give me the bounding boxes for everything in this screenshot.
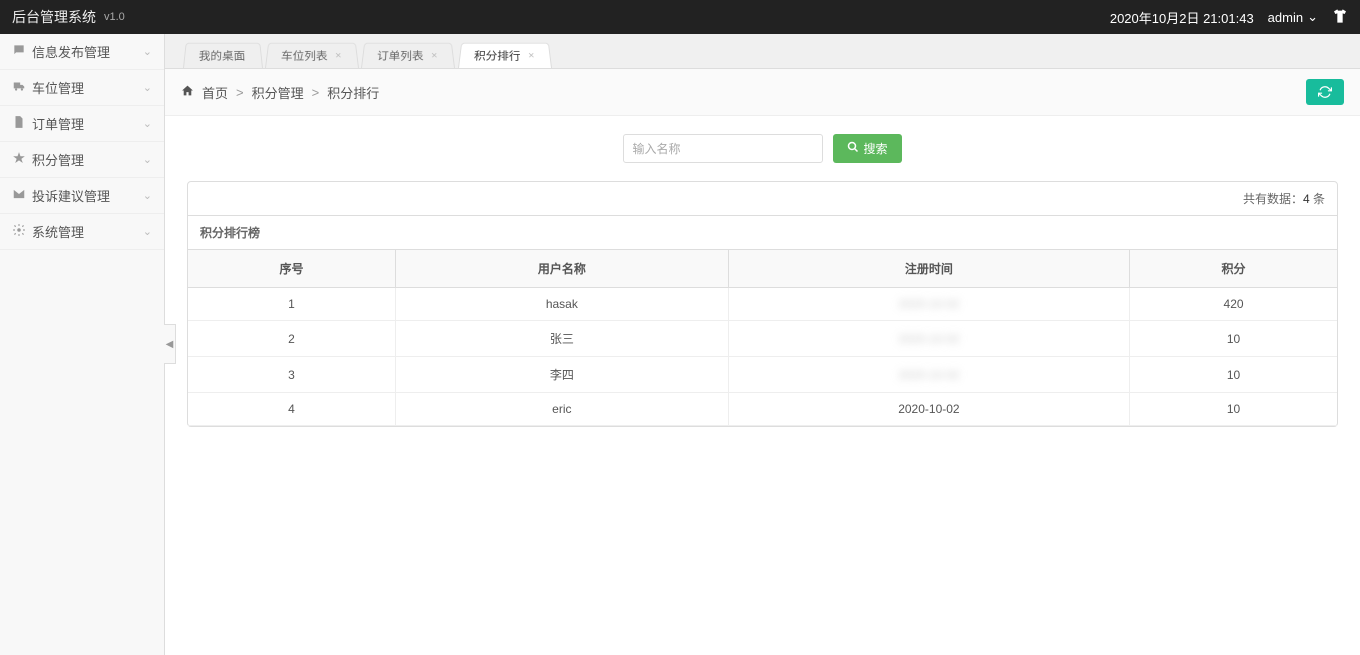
tab-0[interactable]: 我的桌面 <box>183 43 263 68</box>
breadcrumb-sep: > <box>236 85 244 100</box>
sidebar-item-label: 系统管理 <box>32 222 84 241</box>
cell-name: eric <box>395 393 728 426</box>
chevron-down-icon: ⌄ <box>143 81 152 94</box>
tab-2[interactable]: 订单列表 × <box>361 43 455 68</box>
chevron-down-icon: ⌄ <box>143 189 152 202</box>
cell-score: 10 <box>1130 393 1337 426</box>
sidebar-item-5[interactable]: 系统管理 ⌄ <box>0 214 164 250</box>
file-icon <box>12 115 26 132</box>
truck-icon <box>12 79 26 96</box>
main-content: ◀ 我的桌面 车位列表 × 订单列表 × 积分排行 × 首页 > 积分管理 > 积分排行 <box>165 34 1360 655</box>
sidebar-item-0[interactable]: 信息发布管理 ⌄ <box>0 34 164 70</box>
total-count: 4 <box>1303 192 1310 206</box>
cell-score: 10 <box>1130 357 1337 393</box>
sidebar-item-4[interactable]: 投诉建议管理 ⌄ <box>0 178 164 214</box>
user-name: admin <box>1268 10 1303 25</box>
star-icon <box>12 151 26 168</box>
column-header: 注册时间 <box>728 250 1129 288</box>
tab-label: 订单列表 <box>377 48 424 63</box>
panel-header: 共有数据：4 条 <box>188 182 1337 216</box>
datetime-label: 2020年10月2日 21:01:43 <box>1110 8 1254 27</box>
breadcrumb-sep: > <box>312 85 320 100</box>
table-row: 3李四2020-10-0210 <box>188 357 1337 393</box>
cell-date: 2020-10-02 <box>728 288 1129 321</box>
column-header: 用户名称 <box>395 250 728 288</box>
breadcrumb-bar: 首页 > 积分管理 > 积分排行 <box>165 69 1360 116</box>
tshirt-icon[interactable] <box>1332 8 1348 27</box>
breadcrumb-current: 积分排行 <box>327 83 379 102</box>
sidebar-item-label: 订单管理 <box>32 114 84 133</box>
table-row: 1hasak2020-10-02420 <box>188 288 1337 321</box>
mail-icon <box>12 187 26 204</box>
close-icon[interactable]: × <box>528 50 535 61</box>
header-right: 2020年10月2日 21:01:43 admin ⌄ <box>1110 8 1348 27</box>
tab-label: 车位列表 <box>280 48 327 63</box>
app-version: v1.0 <box>104 11 125 23</box>
sidebar-item-3[interactable]: 积分管理 ⌄ <box>0 142 164 178</box>
tab-label: 我的桌面 <box>198 48 245 63</box>
cell-date: 2020-10-02 <box>728 321 1129 357</box>
cell-name: hasak <box>395 288 728 321</box>
cell-date: 2020-10-02 <box>728 393 1129 426</box>
ranking-table: 序号用户名称注册时间积分 1hasak2020-10-024202张三2020-… <box>188 250 1337 426</box>
cell-index: 2 <box>188 321 395 357</box>
app-title: 后台管理系统 <box>12 7 96 27</box>
breadcrumb: 首页 > 积分管理 > 积分排行 <box>181 83 379 102</box>
total-label: 共有数据： <box>1243 192 1303 206</box>
cell-index: 1 <box>188 288 395 321</box>
chevron-down-icon: ⌄ <box>1307 9 1318 25</box>
cell-date: 2020-10-02 <box>728 357 1129 393</box>
sidebar-item-1[interactable]: 车位管理 ⌄ <box>0 70 164 106</box>
sidebar-collapse-handle[interactable]: ◀ <box>164 324 176 364</box>
search-bar: 搜索 <box>187 134 1338 163</box>
sidebar-item-2[interactable]: 订单管理 ⌄ <box>0 106 164 142</box>
tab-1[interactable]: 车位列表 × <box>265 43 359 68</box>
table-row: 4eric2020-10-0210 <box>188 393 1337 426</box>
close-icon[interactable]: × <box>335 50 342 61</box>
search-button-label: 搜索 <box>863 140 887 157</box>
column-header: 序号 <box>188 250 395 288</box>
header-left: 后台管理系统 v1.0 <box>12 7 125 27</box>
close-icon[interactable]: × <box>431 50 438 61</box>
tab-bar: 我的桌面 车位列表 × 订单列表 × 积分排行 × <box>165 34 1360 69</box>
total-suffix: 条 <box>1310 192 1325 206</box>
sidebar-item-label: 积分管理 <box>32 150 84 169</box>
cell-name: 张三 <box>395 321 728 357</box>
chevron-down-icon: ⌄ <box>143 225 152 238</box>
breadcrumb-parent[interactable]: 积分管理 <box>252 83 304 102</box>
search-icon <box>847 141 859 156</box>
cell-name: 李四 <box>395 357 728 393</box>
data-panel: 共有数据：4 条 积分排行榜 序号用户名称注册时间积分 1hasak2020-1… <box>187 181 1338 427</box>
sidebar-item-label: 投诉建议管理 <box>32 186 110 205</box>
search-button[interactable]: 搜索 <box>833 134 901 163</box>
user-menu[interactable]: admin ⌄ <box>1268 9 1318 25</box>
tab-3[interactable]: 积分排行 × <box>458 43 552 68</box>
chevron-down-icon: ⌄ <box>143 117 152 130</box>
tab-label: 积分排行 <box>473 48 520 63</box>
refresh-button[interactable] <box>1306 79 1344 105</box>
table-row: 2张三2020-10-0210 <box>188 321 1337 357</box>
search-input[interactable] <box>623 134 823 163</box>
cell-score: 10 <box>1130 321 1337 357</box>
chevron-down-icon: ⌄ <box>143 153 152 166</box>
sidebar: 信息发布管理 ⌄ 车位管理 ⌄ 订单管理 ⌄ 积分管理 ⌄ 投诉建议管理 ⌄ 系统管理 ⌄ <box>0 34 165 655</box>
breadcrumb-home[interactable]: 首页 <box>202 83 228 102</box>
chevron-down-icon: ⌄ <box>143 45 152 58</box>
cell-index: 3 <box>188 357 395 393</box>
home-icon <box>181 84 194 100</box>
sidebar-item-label: 车位管理 <box>32 78 84 97</box>
top-header: 后台管理系统 v1.0 2020年10月2日 21:01:43 admin ⌄ <box>0 0 1360 34</box>
page-content: 搜索 共有数据：4 条 积分排行榜 序号用户名称注册时间积分 1hasak202… <box>165 116 1360 445</box>
gear-icon <box>12 223 26 240</box>
cell-index: 4 <box>188 393 395 426</box>
column-header: 积分 <box>1130 250 1337 288</box>
panel-title: 积分排行榜 <box>188 216 1337 250</box>
cell-score: 420 <box>1130 288 1337 321</box>
sidebar-item-label: 信息发布管理 <box>32 42 110 61</box>
chat-icon <box>12 43 26 60</box>
